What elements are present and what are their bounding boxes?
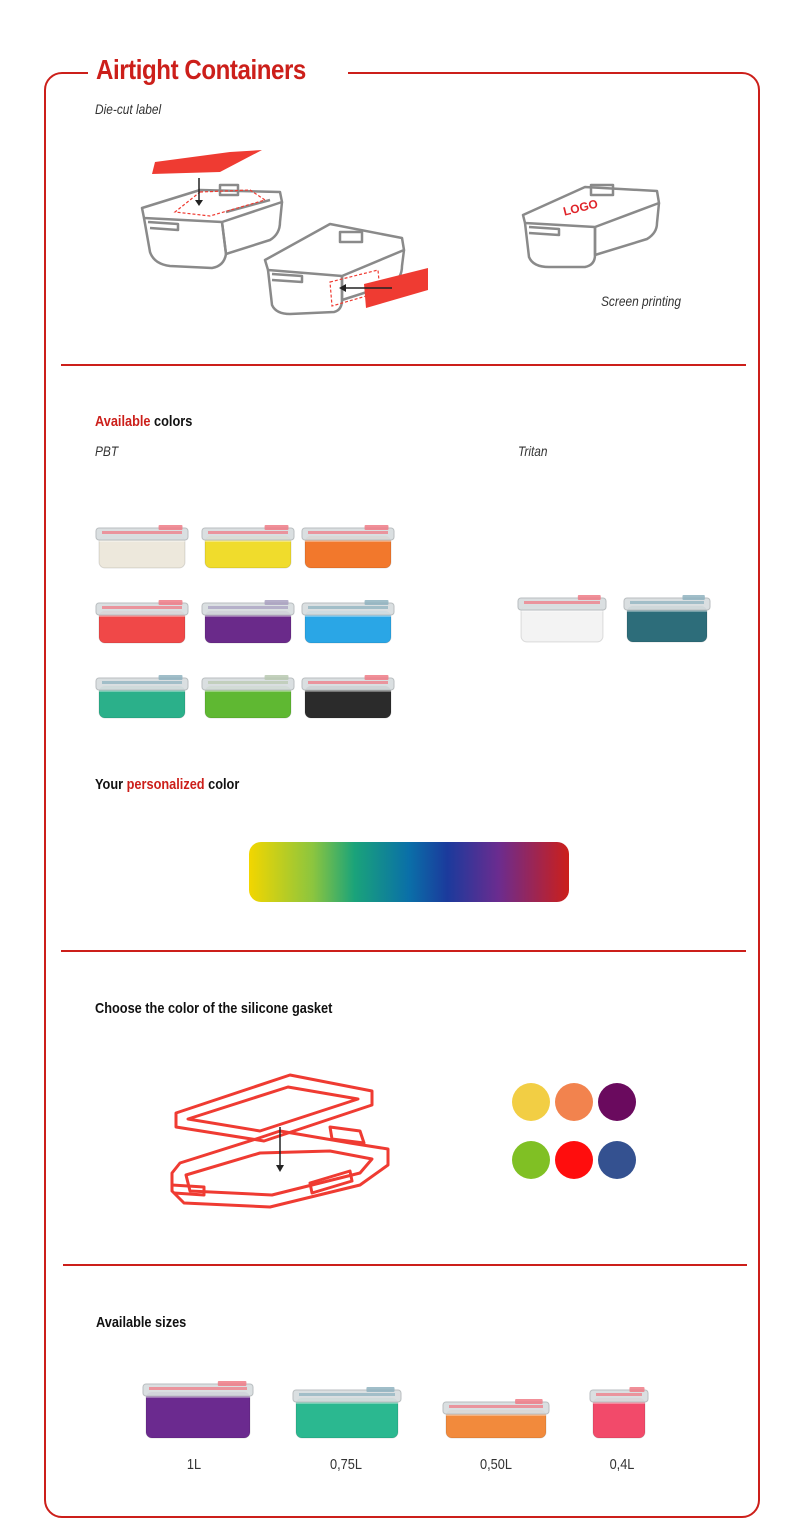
gasket-illustration bbox=[170, 1073, 390, 1209]
pbt-swatch-1 bbox=[95, 525, 189, 569]
gasket-color-dot-4[interactable] bbox=[512, 1141, 550, 1179]
gasket-ring-outer bbox=[174, 1073, 374, 1143]
divider-2 bbox=[61, 950, 746, 952]
personalized-accent: personalized bbox=[126, 776, 205, 793]
personalized-color-heading: Your personalized color bbox=[95, 776, 239, 793]
personalized-suffix: color bbox=[204, 776, 240, 793]
tritan-swatch-1 bbox=[517, 595, 607, 643]
gasket-color-dot-2[interactable] bbox=[555, 1083, 593, 1121]
gasket-color-dot-6[interactable] bbox=[598, 1141, 636, 1179]
pbt-swatch-4 bbox=[95, 600, 189, 644]
size-container-2 bbox=[292, 1387, 402, 1439]
gasket-color-dot-3[interactable] bbox=[598, 1083, 636, 1121]
size-label-075l: 0,75L bbox=[330, 1456, 362, 1473]
pbt-swatch-2 bbox=[201, 525, 295, 569]
gasket-heading: Choose the color of the silicone gasket bbox=[95, 1000, 333, 1017]
pbt-color-swatches bbox=[95, 525, 711, 719]
gasket-color-dot-5[interactable] bbox=[555, 1141, 593, 1179]
size-label-04l: 0,4L bbox=[609, 1456, 635, 1473]
pbt-swatch-8 bbox=[201, 675, 295, 719]
pbt-swatch-9 bbox=[301, 675, 395, 719]
divider-3 bbox=[63, 1264, 747, 1266]
sizes-heading: Available sizes bbox=[96, 1314, 187, 1331]
pbt-swatch-3 bbox=[301, 525, 395, 569]
pbt-swatch-6 bbox=[301, 600, 395, 644]
gasket-arrow-head bbox=[276, 1165, 284, 1172]
personalized-color-gradient bbox=[249, 842, 569, 902]
tritan-swatch-2 bbox=[623, 595, 711, 643]
pbt-swatch-7 bbox=[95, 675, 189, 719]
size-containers bbox=[142, 1381, 649, 1439]
size-label-1l: 1L bbox=[186, 1456, 202, 1473]
personalized-prefix: Your bbox=[95, 776, 127, 793]
size-container-1 bbox=[142, 1381, 254, 1439]
size-container-4 bbox=[589, 1387, 649, 1439]
size-container-3 bbox=[442, 1399, 550, 1439]
gasket-clip-back bbox=[328, 1125, 366, 1145]
pbt-swatch-5 bbox=[201, 600, 295, 644]
size-label-050l: 0,50L bbox=[480, 1456, 512, 1473]
gasket-color-dot-1[interactable] bbox=[512, 1083, 550, 1121]
